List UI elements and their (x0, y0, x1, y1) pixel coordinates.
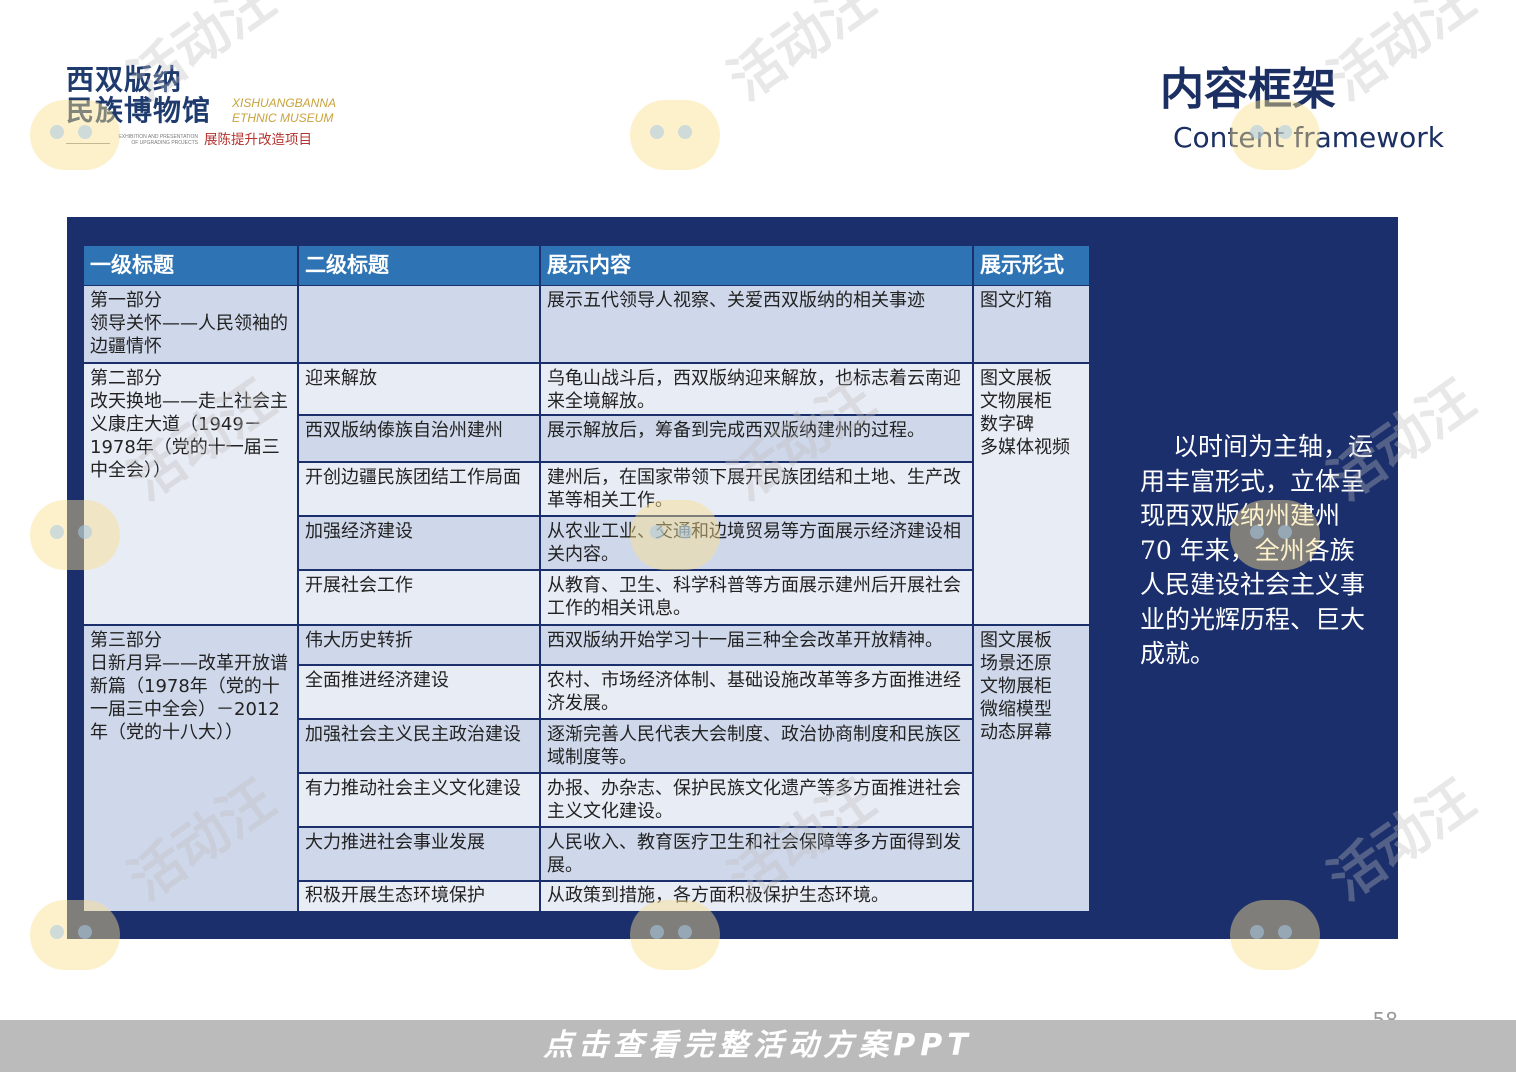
part3-row4-content: 办报、办杂志、保护民族文化遗产等多方面推进社会主义文化建设。 (541, 774, 972, 826)
part2-row2-content: 展示解放后，筹备到完成西双版纳建州的过程。 (541, 416, 972, 461)
part3-level1: 第三部分 日新月异——改革开放谱新篇（1978年（党的十一届三中全会）－2012… (84, 626, 297, 911)
logo-chinese-name: 西双版纳 民族博物馆 (66, 63, 212, 127)
part2-row5-level2: 开展社会工作 (299, 571, 539, 624)
museum-logo: 西双版纳 民族博物馆 XISHUANGBANNA ETHNIC MUSEUM E… (66, 64, 366, 154)
page-title: 内容框架 (1160, 64, 1336, 115)
header-level2: 二级标题 (299, 246, 539, 285)
part3-row1-level2: 伟大历史转折 (299, 626, 539, 664)
part2-row2-level2: 西双版纳傣族自治州建州 (299, 416, 539, 461)
part2-row4-content: 从农业工业、交通和边境贸易等方面展示经济建设相关内容。 (541, 517, 972, 569)
part2-row5-content: 从教育、卫生、科学科普等方面展示建州后开展社会工作的相关讯息。 (541, 571, 972, 624)
part2-form: 图文展板 文物展柜 数字碑 多媒体视频 (974, 364, 1089, 624)
part3-row6-level2: 积极开展生态环境保护 (299, 882, 539, 911)
watermark-text: 活动汪 (1317, 0, 1487, 113)
part2-level1: 第二部分 改天换地——走上社会主义康庄大道（1949－1978年（党的十一届三中… (84, 364, 297, 624)
logo-chinese-subtitle: 展陈提升改造项目 (204, 132, 312, 148)
part3-row6-content: 从政策到措施，各方面积极保护生态环境。 (541, 882, 972, 911)
part1-level2 (299, 286, 539, 362)
part1-content: 展示五代领导人视察、关爱西双版纳的相关事迹 (541, 286, 972, 362)
summary-text: 以时间为主轴，运用丰富形式，立体呈现西双版纳州建州 70 年来，全州各族人民建设… (1140, 432, 1374, 668)
part3-row3-level2: 加强社会主义民主政治建设 (299, 720, 539, 772)
header-form: 展示形式 (974, 246, 1089, 285)
part2-row3-level2: 开创边疆民族团结工作局面 (299, 463, 539, 515)
part3-row5-content: 人民收入、教育医疗卫生和社会保障等多方面得到发展。 (541, 828, 972, 880)
part1-level1: 第一部分 领导关怀——人民领袖的边疆情怀 (84, 286, 297, 362)
header-content: 展示内容 (541, 246, 972, 285)
part3-row4-level2: 有力推动社会主义文化建设 (299, 774, 539, 826)
watermark: 活动汪 (630, 0, 886, 200)
part3-row3-content: 逐渐完善人民代表大会制度、政治协商制度和民族区域制度等。 (541, 720, 972, 772)
watermark-mascot-icon (630, 100, 720, 170)
part3-row1-content: 西双版纳开始学习十一届三种全会改革开放精神。 (541, 626, 972, 664)
part2-row4-level2: 加强经济建设 (299, 517, 539, 569)
header-level1: 一级标题 (84, 246, 297, 285)
part2-row1-content: 乌龟山战斗后，西双版纳迎来解放，也标志着云南迎来全境解放。 (541, 364, 972, 414)
page-subtitle: Content framework (1172, 121, 1444, 154)
view-full-ppt-link[interactable]: 点击查看完整活动方案PPT (0, 1024, 1516, 1068)
part3-row2-content: 农村、市场经济体制、基础设施改革等多方面推进经济发展。 (541, 666, 972, 718)
part3-row5-level2: 大力推进社会事业发展 (299, 828, 539, 880)
part3-row2-level2: 全面推进经济建设 (299, 666, 539, 718)
part2-row3-content: 建州后，在国家带领下展开民族团结和土地、生产改革等相关工作。 (541, 463, 972, 515)
logo-english-name: XISHUANGBANNA ETHNIC MUSEUM (232, 96, 337, 125)
watermark-text: 活动汪 (717, 0, 887, 113)
logo-divider (66, 143, 110, 144)
part3-form: 图文展板 场景还原 文物展柜 微缩模型 动态屏幕 (974, 626, 1089, 911)
content-table: 一级标题 二级标题 展示内容 展示形式 第一部分 领导关怀——人民领袖的边疆情怀… (84, 246, 1089, 911)
part2-row1-level2: 迎来解放 (299, 364, 539, 414)
part1-form: 图文灯箱 (974, 286, 1089, 362)
logo-english-subtitle: EXHIBITION AND PRESENTATION OF UPGRADING… (118, 134, 198, 146)
